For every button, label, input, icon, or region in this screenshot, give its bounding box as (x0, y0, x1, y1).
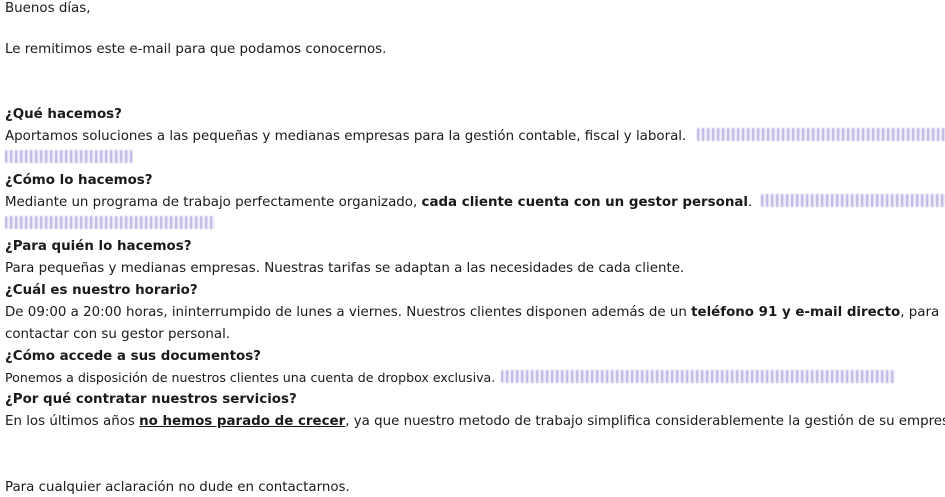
text-que-hacemos: Aportamos soluciones a las pequeñas y me… (5, 128, 945, 146)
closing-text: Para cualquier aclaración no dude en con… (5, 480, 350, 495)
text-part: De 09:00 a 20:00 horas, ininterrumpido d… (5, 305, 687, 320)
text-part: En los últimos años (5, 414, 135, 429)
text-horario: De 09:00 a 20:00 horas, ininterrumpido d… (5, 304, 939, 322)
text-part: , ya que nuestro metodo de trabajo simpl… (345, 414, 945, 429)
greeting: Buenos días, (5, 1, 91, 16)
text-part: . (747, 195, 753, 210)
text-bold-part: cada cliente cuenta con un gestor person… (421, 195, 748, 210)
intro-text: Le remitimos este e-mail para que podamo… (5, 42, 387, 57)
text-bold-part: teléfono 91 y e-mail directo (691, 305, 901, 320)
heading-horario: ¿Cuál es nuestro horario? (5, 283, 198, 298)
obscured-link[interactable] (760, 194, 945, 207)
obscured-link-cont (5, 216, 215, 234)
text-como-lo-hacemos: Mediante un programa de trabajo perfecta… (5, 194, 945, 212)
heading-que-hacemos: ¿Qué hacemos? (5, 107, 122, 122)
text-horario-line2: contactar con su gestor personal. (5, 327, 231, 342)
heading-para-quien: ¿Para quién lo hacemos? (5, 239, 192, 254)
obscured-link[interactable] (5, 216, 215, 229)
text-part: Ponemos a disposición de nuestros client… (5, 370, 496, 385)
heading-como-lo-hacemos: ¿Cómo lo hacemos? (5, 173, 153, 188)
text-documentos: Ponemos a disposición de nuestros client… (5, 369, 897, 387)
email-body: Buenos días, Le remitimos este e-mail pa… (0, 0, 945, 497)
text-que-hacemos-body: Aportamos soluciones a las pequeñas y me… (5, 129, 687, 144)
text-part: Mediante un programa de trabajo perfecta… (5, 195, 418, 210)
text-underlined-part: no hemos parado de crecer (139, 414, 346, 429)
obscured-link-cont (5, 150, 133, 168)
text-part: , para (900, 305, 940, 320)
text-para-quien: Para pequeñas y medianas empresas. Nuest… (5, 261, 685, 276)
heading-documentos: ¿Cómo accede a sus documentos? (5, 349, 261, 364)
text-por-que: En los últimos años no hemos parado de c… (5, 413, 945, 431)
obscured-link[interactable] (696, 128, 945, 141)
obscured-link[interactable] (5, 150, 133, 163)
obscured-link[interactable] (501, 370, 897, 383)
heading-por-que: ¿Por qué contratar nuestros servicios? (5, 392, 297, 407)
